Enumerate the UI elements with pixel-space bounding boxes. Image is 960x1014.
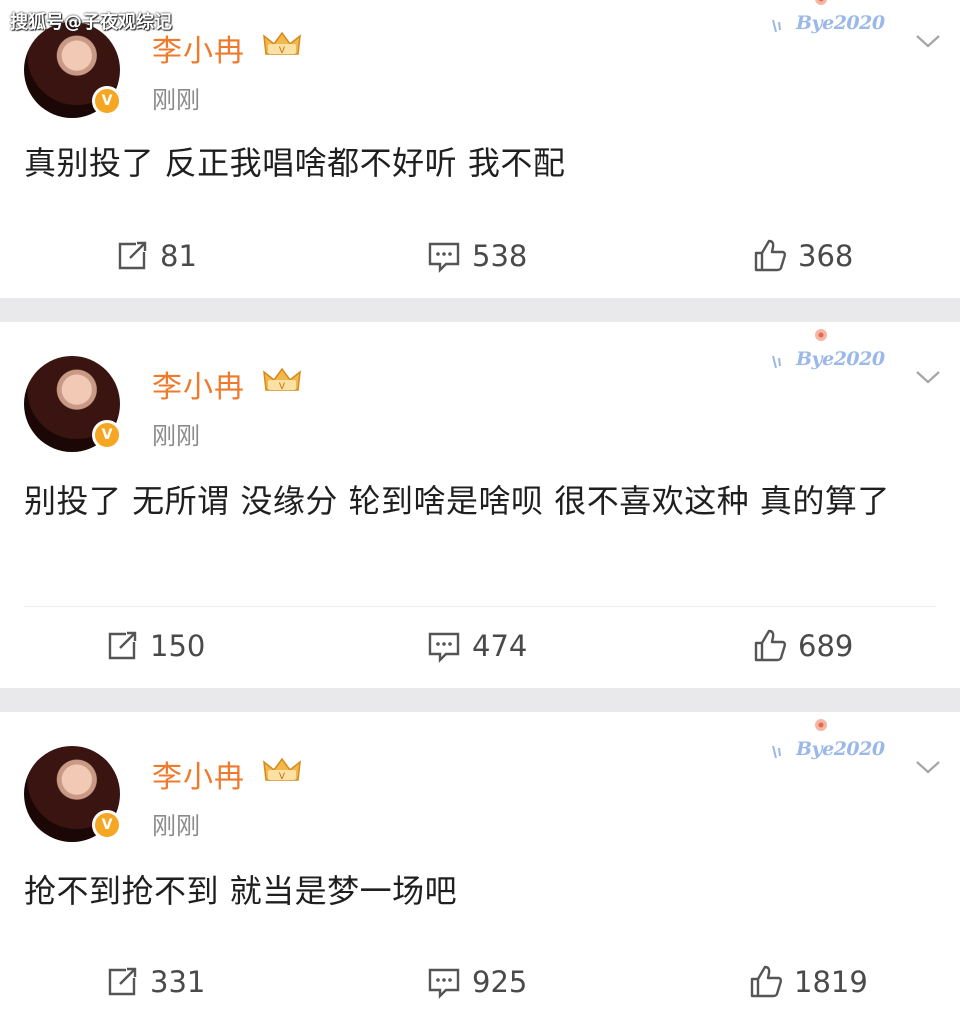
crown-icon: V	[263, 757, 301, 782]
repost-count: 150	[150, 629, 206, 663]
repost-icon	[108, 631, 137, 660]
chevron-down-icon[interactable]	[914, 758, 942, 776]
weibo-post: V 李小冉 V 刚刚 Bye2020 真别投了 反正我唱啥都不好听 我不配 81…	[0, 0, 960, 298]
post-time: 刚刚	[152, 86, 200, 114]
heart-icon	[815, 719, 827, 731]
comment-button[interactable]: 538	[426, 234, 527, 278]
post-content: 抢不到抢不到 就当是梦一场吧	[24, 872, 458, 910]
action-bar: 150 474 689	[0, 624, 960, 668]
bye2020-sticker: Bye2020	[770, 719, 896, 768]
sparkle-icon	[772, 745, 781, 759]
post-content: 别投了 无所谓 没缘分 轮到啥是啥呗 很不喜欢这种 真的算了	[24, 482, 890, 520]
post-time: 刚刚	[152, 422, 200, 450]
sparkle-icon	[772, 19, 781, 33]
svg-text:V: V	[279, 46, 286, 56]
username[interactable]: 李小冉	[152, 752, 245, 796]
repost-button[interactable]: 81	[114, 234, 197, 278]
sticker-text: Bye2020	[796, 738, 885, 760]
repost-button[interactable]: 150	[104, 624, 205, 668]
like-button[interactable]: 368	[752, 234, 853, 278]
like-button[interactable]: 689	[752, 624, 853, 668]
comment-icon	[428, 242, 460, 273]
post-content: 真别投了 反正我唱啥都不好听 我不配	[24, 144, 566, 182]
repost-icon	[108, 967, 137, 996]
like-count: 1819	[794, 965, 868, 999]
avatar[interactable]: V	[24, 356, 122, 452]
post-time: 刚刚	[152, 812, 200, 840]
bye2020-sticker: Bye2020	[770, 329, 896, 378]
verified-badge-icon: V	[92, 420, 122, 450]
repost-count: 81	[160, 239, 197, 273]
like-count: 689	[798, 629, 854, 663]
like-icon	[754, 629, 786, 662]
comment-count: 538	[472, 239, 528, 273]
comment-count: 474	[472, 629, 528, 663]
comment-button[interactable]: 925	[426, 960, 527, 1004]
comment-button[interactable]: 474	[426, 624, 527, 668]
weibo-post: V 李小冉 V 刚刚 Bye2020 别投了 无所谓 没缘分 轮到啥是啥呗 很不…	[0, 322, 960, 688]
action-bar: 331 925 1819	[0, 960, 960, 1004]
avatar[interactable]: V	[24, 746, 122, 842]
sparkle-icon	[772, 355, 781, 369]
like-button[interactable]: 1819	[748, 960, 868, 1004]
repost-button[interactable]: 331	[104, 960, 205, 1004]
comment-icon	[428, 968, 460, 999]
username[interactable]: 李小冉	[152, 362, 245, 406]
repost-count: 331	[150, 965, 206, 999]
crown-icon: V	[263, 367, 301, 392]
verified-badge-icon: V	[92, 86, 122, 116]
divider	[24, 606, 936, 607]
comment-count: 925	[472, 965, 528, 999]
action-bar: 81 538 368	[0, 234, 960, 278]
chevron-down-icon[interactable]	[914, 368, 942, 386]
heart-icon	[815, 329, 827, 341]
sticker-text: Bye2020	[796, 12, 885, 34]
weibo-post: V 李小冉 V 刚刚 Bye2020 抢不到抢不到 就当是梦一场吧 331 92…	[0, 712, 960, 1014]
bye2020-sticker: Bye2020	[770, 0, 896, 42]
like-icon	[750, 965, 782, 998]
heart-icon	[815, 0, 827, 5]
like-icon	[754, 239, 786, 272]
crown-icon: V	[263, 31, 301, 56]
svg-text:V: V	[279, 772, 286, 782]
verified-badge-icon: V	[92, 810, 122, 840]
like-count: 368	[798, 239, 854, 273]
watermark: 搜狐号@子夜观综记	[10, 12, 172, 33]
svg-text:V: V	[279, 382, 286, 392]
chevron-down-icon[interactable]	[914, 32, 942, 50]
comment-icon	[428, 632, 460, 663]
avatar[interactable]: V	[24, 22, 122, 118]
repost-icon	[118, 241, 147, 270]
sticker-text: Bye2020	[796, 348, 885, 370]
